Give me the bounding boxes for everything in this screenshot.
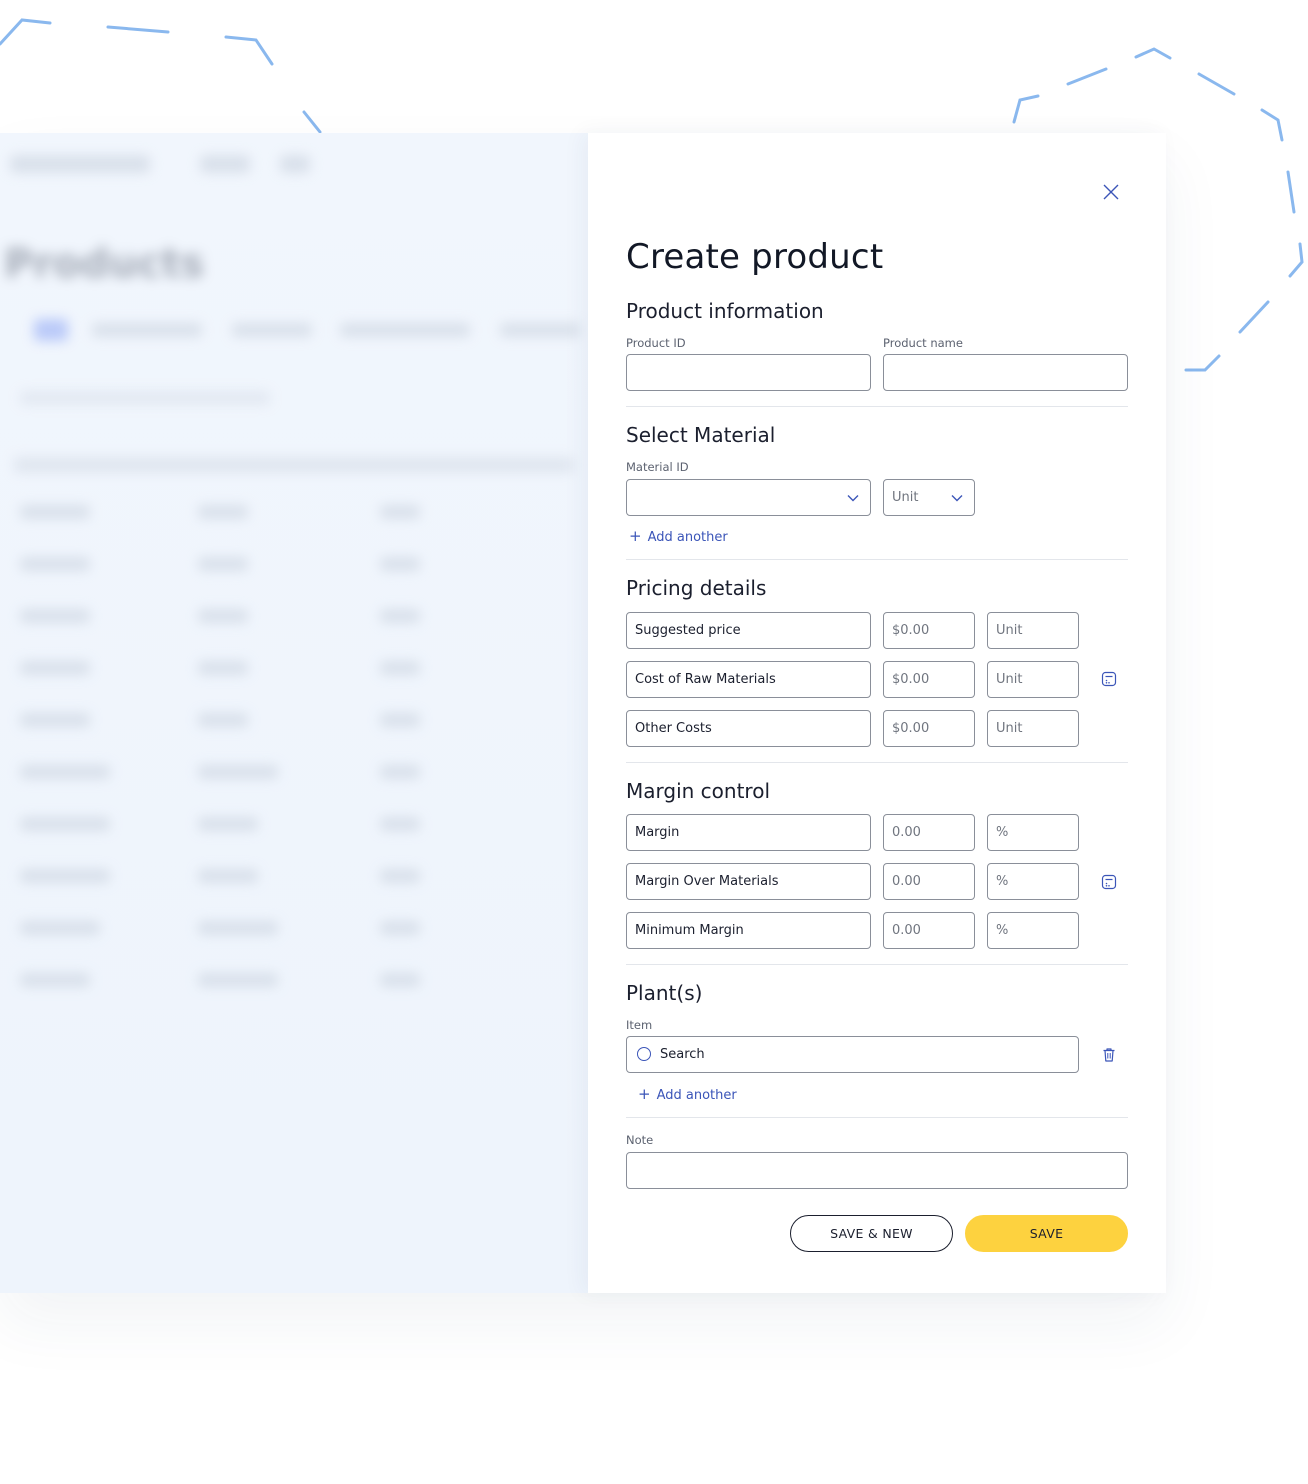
calculator-icon[interactable] (1101, 671, 1117, 687)
pricing-row-label: Suggested price (626, 612, 871, 649)
divider (626, 406, 1128, 407)
plus-icon: + (638, 1085, 651, 1103)
note-input[interactable] (626, 1152, 1128, 1189)
divider (626, 762, 1128, 763)
background-blurred-content: Products (0, 133, 588, 1293)
margin-unit-input[interactable]: % (987, 814, 1079, 851)
pricing-amount-input[interactable]: $0.00 (883, 710, 975, 747)
search-icon (637, 1047, 651, 1061)
material-unit-value: Unit (892, 490, 919, 505)
plus-icon: + (629, 527, 642, 545)
pricing-amount-input[interactable]: $0.00 (883, 612, 975, 649)
section-heading-select-material: Select Material (626, 423, 776, 447)
add-another-label: Add another (656, 1088, 737, 1103)
product-id-input[interactable] (626, 354, 871, 391)
item-label: Item (626, 1018, 653, 1032)
add-another-material-link[interactable]: + Add another (629, 527, 728, 545)
section-heading-margin-control: Margin control (626, 779, 770, 803)
margin-row-label: Margin (626, 814, 871, 851)
note-label: Note (626, 1133, 654, 1147)
section-heading-product-information: Product information (626, 299, 824, 323)
section-heading-plants: Plant(s) (626, 981, 703, 1005)
material-unit-select[interactable]: Unit (883, 479, 975, 516)
divider (626, 1117, 1128, 1118)
divider (626, 964, 1128, 965)
margin-amount-input[interactable]: 0.00 (883, 863, 975, 900)
margin-row-label: Margin Over Materials (626, 863, 871, 900)
pricing-unit-input[interactable]: Unit (987, 612, 1079, 649)
divider (626, 559, 1128, 560)
close-icon[interactable] (1100, 181, 1122, 203)
material-id-select[interactable] (626, 479, 871, 516)
margin-amount-input[interactable]: 0.00 (883, 912, 975, 949)
pricing-amount-input[interactable]: $0.00 (883, 661, 975, 698)
modal-title: Create product (626, 237, 884, 277)
add-another-label: Add another (647, 530, 728, 545)
calculator-icon[interactable] (1101, 874, 1117, 890)
margin-row-label: Minimum Margin (626, 912, 871, 949)
product-id-label: Product ID (626, 336, 686, 350)
chevron-down-icon (951, 495, 963, 502)
plant-search-placeholder: Search (660, 1047, 705, 1062)
margin-unit-input[interactable]: % (987, 863, 1079, 900)
background-page-title: Products (4, 241, 205, 287)
pricing-unit-input[interactable]: Unit (987, 661, 1079, 698)
margin-amount-input[interactable]: 0.00 (883, 814, 975, 851)
pricing-row-label: Cost of Raw Materials (626, 661, 871, 698)
plant-search-input[interactable]: Search (626, 1036, 1079, 1073)
trash-icon[interactable] (1101, 1047, 1117, 1063)
pricing-row-label: Other Costs (626, 710, 871, 747)
material-id-label: Material ID (626, 460, 689, 474)
pricing-unit-input[interactable]: Unit (987, 710, 1079, 747)
create-product-modal: Create product Product information Produ… (588, 133, 1166, 1293)
product-name-input[interactable] (883, 354, 1128, 391)
save-button[interactable]: SAVE (965, 1215, 1128, 1252)
save-and-new-button[interactable]: SAVE & NEW (790, 1215, 953, 1252)
section-heading-pricing-details: Pricing details (626, 576, 767, 600)
add-another-plant-link[interactable]: + Add another (638, 1085, 737, 1103)
product-name-label: Product name (883, 336, 963, 350)
margin-unit-input[interactable]: % (987, 912, 1079, 949)
chevron-down-icon (847, 495, 859, 502)
